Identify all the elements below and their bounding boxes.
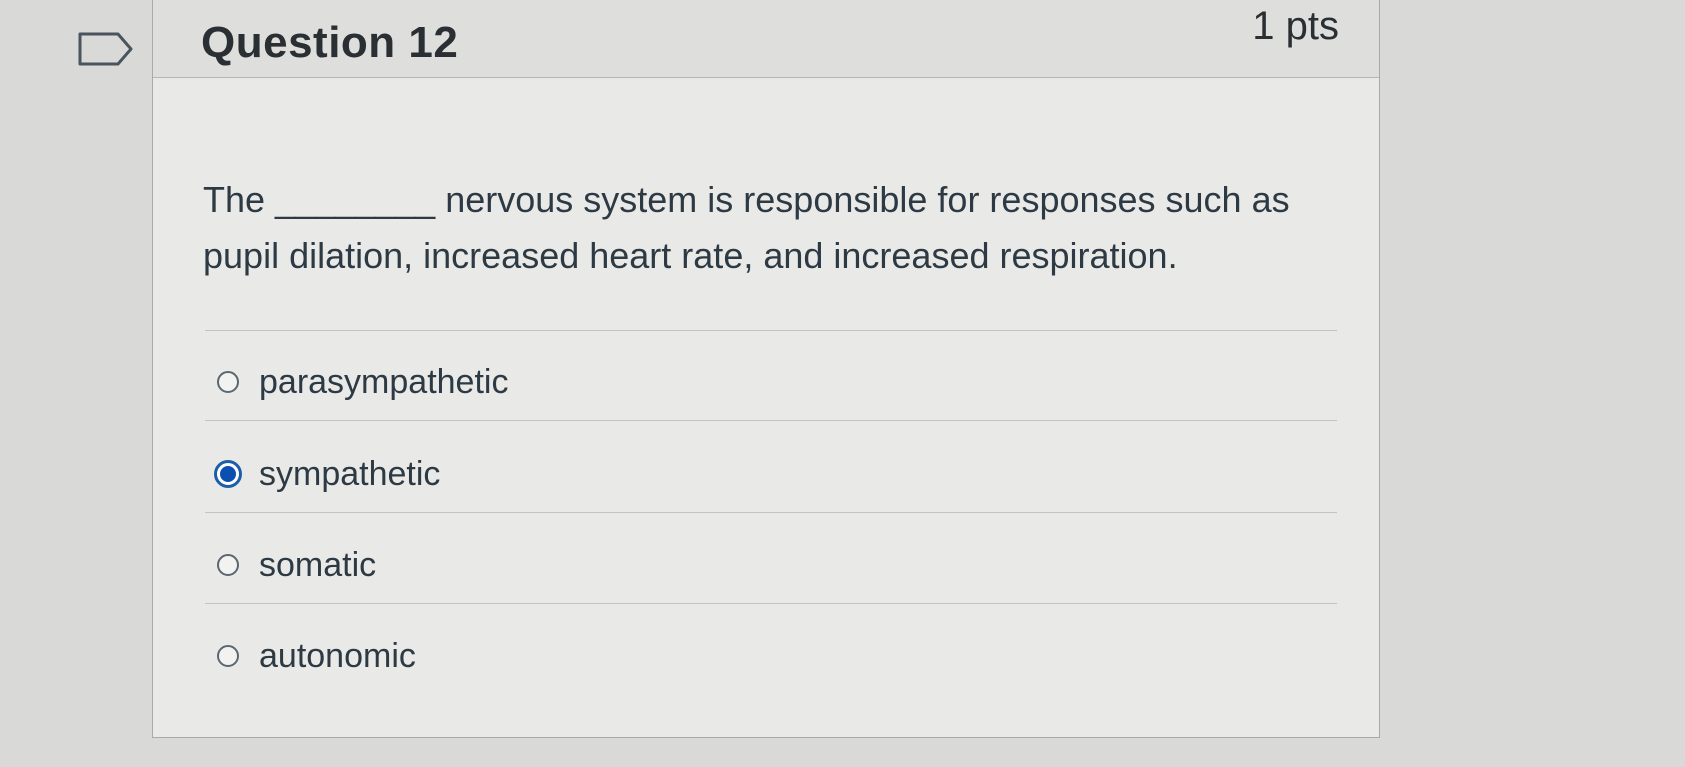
question-points: 1 pts [1252,4,1339,48]
answers-top-divider [205,330,1337,331]
question-card: Question 12 1 pts The ________ nervous s… [152,0,1380,738]
flag-question-icon[interactable] [78,32,134,66]
question-title: Question 12 [201,18,459,67]
answer-option-sympathetic[interactable]: sympathetic [214,452,441,496]
radio-checked-icon[interactable] [214,460,242,488]
radio-unchecked-icon[interactable] [217,554,239,576]
answer-option-somatic[interactable]: somatic [217,543,376,587]
question-text: The ________ nervous system is responsib… [203,179,1290,276]
radio-unchecked-icon[interactable] [217,645,239,667]
answer-divider [205,420,1337,421]
answer-divider [205,603,1337,604]
question-header: Question 12 1 pts [153,0,1379,78]
answer-label: autonomic [259,636,416,675]
answer-divider [205,512,1337,513]
answer-label: somatic [259,545,377,584]
answer-label: sympathetic [259,454,441,493]
radio-unchecked-icon[interactable] [217,371,239,393]
answer-option-autonomic[interactable]: autonomic [217,634,416,678]
answer-label: parasympathetic [259,362,509,401]
answer-option-parasympathetic[interactable]: parasympathetic [217,360,508,404]
